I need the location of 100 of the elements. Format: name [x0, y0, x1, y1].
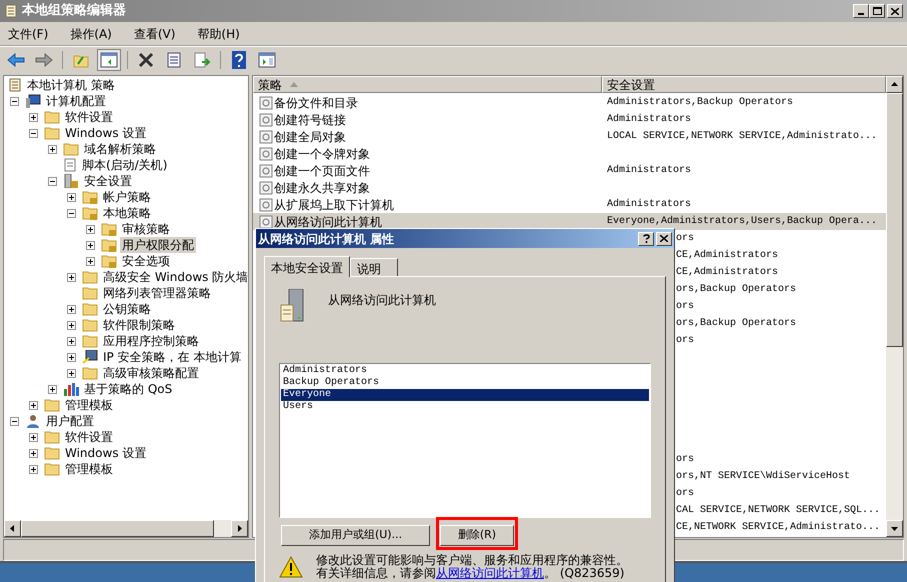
tree-item[interactable]: 网络列表管理器策略	[101, 285, 213, 301]
list-row[interactable]: 从网络访问此计算机 Everyone,Administrators,Users,Backup Opera...	[253, 213, 886, 230]
tree-item[interactable]: 管理模板	[63, 397, 115, 413]
scroll-left-button[interactable]	[4, 520, 21, 537]
vertical-scrollbar[interactable]	[886, 76, 903, 537]
help-icon[interactable]	[232, 50, 246, 68]
tree-item[interactable]: 管理模板	[63, 461, 115, 477]
menu-item[interactable]: 查看(V)	[134, 24, 176, 42]
expand-toggle[interactable]	[86, 240, 95, 250]
expand-toggle[interactable]	[29, 400, 38, 410]
tree-item[interactable]: 本地计算机 策略	[25, 77, 117, 93]
list-row[interactable]: 备份文件和目录 Administrators,Backup Operators	[253, 94, 886, 111]
scrollbar-thumb[interactable]	[21, 520, 214, 537]
scroll-right-button[interactable]	[231, 520, 248, 537]
tree-item[interactable]: 本地策略	[101, 205, 153, 221]
locked-folder-icon	[82, 206, 98, 220]
tree-item[interactable]: 计算机配置	[44, 93, 108, 109]
collapse-toggle[interactable]	[67, 208, 76, 218]
list-row[interactable]: 创建全局对象 LOCAL SERVICE,NETWORK SERVICE,Administrato...	[253, 128, 886, 145]
expand-toggle[interactable]	[67, 272, 76, 282]
account-list[interactable]: Administrators Backup Operators Everyone Users	[279, 363, 651, 518]
expand-toggle[interactable]	[48, 384, 57, 394]
tree-item[interactable]: 高级审核策略配置	[101, 365, 201, 381]
tree-item[interactable]: 域名解析策略	[82, 141, 158, 157]
tab[interactable]: 本地安全设置	[264, 256, 350, 277]
delete-icon[interactable]	[138, 52, 154, 68]
collapse-toggle[interactable]	[10, 416, 19, 426]
policy-name: 创建全局对象	[274, 128, 346, 146]
setting-value: ors,Backup Operators	[676, 316, 796, 331]
policy-link[interactable]: 从网络访问此计算机	[436, 566, 544, 580]
menu-item[interactable]: 文件(F)	[8, 24, 48, 42]
tree-item[interactable]: 用户配置	[44, 413, 96, 429]
tree-item[interactable]: Windows 设置	[63, 445, 148, 461]
setting-value: CE,Administrators	[676, 248, 778, 263]
menu-item[interactable]: 帮助(H)	[197, 24, 240, 42]
tree-item[interactable]: 软件限制策略	[101, 317, 177, 333]
minimize-button[interactable]	[853, 4, 869, 18]
close-button[interactable]	[656, 232, 672, 246]
list-row[interactable]: 创建永久共享对象	[253, 179, 886, 196]
expand-toggle[interactable]	[67, 352, 76, 362]
menu-item[interactable]: 操作(A)	[70, 24, 112, 42]
expand-toggle[interactable]	[67, 368, 76, 378]
properties-icon[interactable]	[166, 52, 182, 68]
tree-item[interactable]: 软件设置	[63, 429, 115, 445]
expand-toggle[interactable]	[48, 144, 57, 154]
expand-toggle[interactable]	[86, 224, 95, 234]
add-user-button[interactable]: 添加用户或组(U)...	[281, 524, 430, 546]
tree-item[interactable]: 高级安全 Windows 防火墙	[101, 269, 248, 285]
collapse-toggle[interactable]	[48, 176, 57, 186]
horizontal-scrollbar[interactable]	[4, 520, 248, 537]
policy-name: 创建一个页面文件	[274, 162, 370, 180]
expand-toggle[interactable]	[86, 256, 95, 266]
expand-toggle[interactable]	[67, 304, 76, 314]
expand-toggle[interactable]	[29, 448, 38, 458]
scroll-down-button[interactable]	[886, 520, 903, 537]
list-row[interactable]: 创建一个页面文件 Administrators	[253, 162, 886, 179]
forward-arrow-icon[interactable]	[35, 52, 53, 66]
list-row[interactable]: 从扩展坞上取下计算机 Administrators	[253, 196, 886, 213]
bar-chart-icon	[63, 382, 79, 396]
column-header[interactable]: 策略	[253, 76, 602, 93]
expand-toggle[interactable]	[67, 192, 76, 202]
collapse-toggle[interactable]	[10, 96, 19, 106]
tree-item[interactable]: 公钥策略	[101, 301, 153, 317]
folder-icon	[82, 366, 98, 380]
remove-button[interactable]: 删除(R)	[440, 524, 514, 546]
expand-toggle[interactable]	[67, 320, 76, 330]
account-item[interactable]: Users	[281, 401, 649, 413]
scrollbar-thumb[interactable]	[886, 93, 903, 347]
folder-icon	[44, 462, 60, 476]
back-arrow-icon[interactable]	[7, 52, 25, 66]
tree-item[interactable]: 用户权限分配	[120, 237, 196, 253]
tree-item[interactable]: 审核策略	[120, 221, 172, 237]
tree-item[interactable]: 安全设置	[82, 173, 134, 189]
close-button[interactable]	[887, 4, 903, 18]
tree-item[interactable]: 应用程序控制策略	[101, 333, 201, 349]
expand-toggle[interactable]	[67, 336, 76, 346]
help-button[interactable]	[638, 232, 654, 246]
maximize-button[interactable]	[869, 4, 885, 18]
column-header[interactable]: 安全设置	[602, 76, 886, 93]
tree-item[interactable]: 脚本(启动/关机)	[80, 157, 170, 173]
account-item[interactable]: Backup Operators	[281, 377, 649, 389]
tree-item[interactable]: 帐户策略	[101, 189, 153, 205]
account-item[interactable]: Everyone	[281, 389, 649, 401]
expand-toggle[interactable]	[29, 464, 38, 474]
scroll-up-button[interactable]	[886, 76, 903, 93]
caret-right-icon	[236, 525, 243, 532]
tree-item[interactable]: Windows 设置	[63, 125, 148, 141]
list-row[interactable]: 创建符号链接 Administrators	[253, 111, 886, 128]
tab[interactable]: 说明	[350, 258, 398, 276]
expand-toggle[interactable]	[29, 432, 38, 442]
list-row[interactable]: 创建一个令牌对象	[253, 145, 886, 162]
account-item[interactable]: Administrators	[281, 365, 649, 377]
tree-item[interactable]: IP 安全策略，在 本地计算	[101, 349, 244, 365]
tree-item[interactable]: 安全选项	[120, 253, 172, 269]
tree-item[interactable]: 软件设置	[63, 109, 115, 125]
tree-item[interactable]: 基于策略的 QoS	[82, 381, 174, 397]
collapse-toggle[interactable]	[29, 128, 38, 138]
warning-text: 修改此设置可能影响与客户端、服务和应用程序的兼容性。	[316, 554, 628, 567]
expand-toggle[interactable]	[29, 112, 38, 122]
folder-icon	[82, 302, 98, 316]
